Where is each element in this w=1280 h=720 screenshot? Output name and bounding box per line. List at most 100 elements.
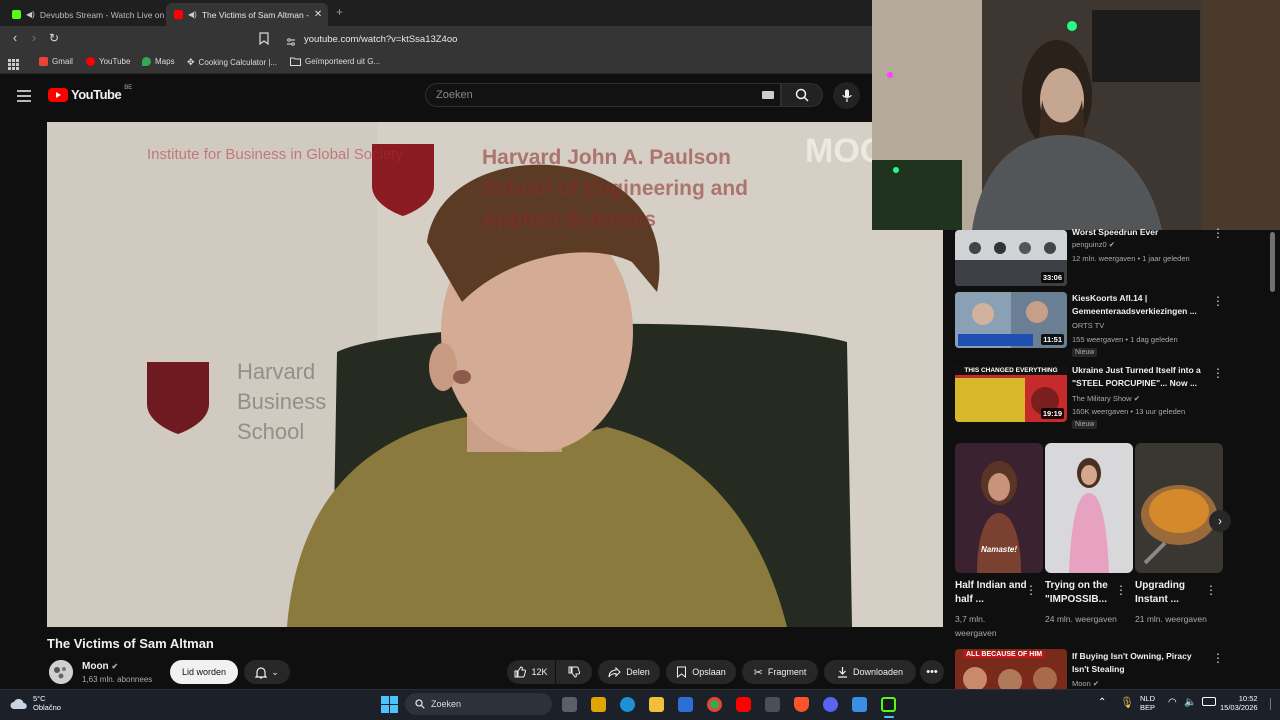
- youtube-logo[interactable]: YouTube BE: [48, 85, 132, 102]
- more-vertical-icon[interactable]: ⋮: [1205, 583, 1217, 597]
- weather-widget[interactable]: 5°C Oblačno: [10, 694, 61, 712]
- battery-icon[interactable]: [1202, 697, 1216, 706]
- verified-icon: ✔: [1108, 240, 1116, 249]
- short-thumbnail[interactable]: [1045, 443, 1133, 573]
- reload-icon[interactable]: ↻: [45, 31, 63, 45]
- sidebar-video-meta: 155 weergaven • 1 dag geleden: [1072, 335, 1178, 344]
- tab-title: The Victims of Sam Altman -: [201, 9, 309, 20]
- voice-search-button[interactable]: [833, 82, 860, 109]
- sidebar-video-thumbnail[interactable]: ALL BECAUSE OF HIM: [955, 649, 1067, 689]
- mail-icon[interactable]: [678, 697, 693, 712]
- keyboard-icon[interactable]: [762, 91, 774, 99]
- sidebar-video-thumbnail[interactable]: THIS CHANGED EVERYTHING 19:19: [955, 366, 1067, 422]
- sidebar-video-title[interactable]: Worst Speedrun Ever: [1072, 226, 1206, 239]
- short-thumbnail[interactable]: Namaste!: [955, 443, 1043, 573]
- notification-bell-button[interactable]: ⌄: [244, 660, 290, 684]
- more-vertical-icon[interactable]: ⋮: [1212, 651, 1224, 665]
- bookmark-page-icon[interactable]: [258, 32, 270, 46]
- save-icon: [677, 666, 687, 678]
- forward-icon[interactable]: ›: [25, 30, 43, 45]
- sidebar-video-title[interactable]: If Buying Isn't Owning, Piracy Isn't Ste…: [1072, 650, 1206, 676]
- bookmarks-bar: [0, 52, 872, 74]
- bookmark-maps[interactable]: Maps: [142, 57, 175, 66]
- file-explorer-icon[interactable]: [649, 697, 664, 712]
- youtube-app-icon[interactable]: [736, 697, 751, 712]
- sidebar-video-title[interactable]: Ukraine Just Turned Itself into a "STEEL…: [1072, 364, 1206, 390]
- language-indicator[interactable]: NLD BEP: [1140, 694, 1155, 712]
- short-views: 3,7 mln. weergaven: [955, 614, 997, 638]
- active-app-indicator: [884, 716, 894, 718]
- save-button[interactable]: Opslaan: [666, 660, 736, 684]
- more-vertical-icon[interactable]: ⋮: [1212, 366, 1224, 380]
- thumbnail-caption: ALL BECAUSE OF HIM: [963, 651, 1046, 658]
- app-icon[interactable]: [852, 697, 867, 712]
- short-views: 21 mln. weergaven: [1135, 614, 1207, 624]
- clip-button[interactable]: ✂ Fragment: [742, 660, 818, 684]
- sidebar-video-thumbnail[interactable]: 11:51: [955, 292, 1067, 348]
- kick-app-icon[interactable]: [881, 697, 896, 712]
- url-text[interactable]: youtube.com/watch?v=ktSsa13Z4oo: [304, 34, 457, 45]
- search-button[interactable]: [781, 83, 823, 107]
- more-vertical-icon[interactable]: ⋮: [1212, 294, 1224, 308]
- short-thumbnail[interactable]: [1135, 443, 1223, 573]
- microphone-tray-icon[interactable]: 🎙: [1120, 696, 1134, 709]
- chrome-icon[interactable]: [707, 697, 722, 712]
- share-button[interactable]: Delen: [598, 660, 660, 684]
- taskbar-search[interactable]: Zoeken: [405, 693, 552, 715]
- clock[interactable]: 10:52 15/03/2026: [1220, 694, 1258, 712]
- chevron-right-icon: ›: [1218, 514, 1222, 528]
- sidebar-scrollbar[interactable]: [1270, 232, 1275, 292]
- download-button[interactable]: Downloaden: [824, 660, 916, 684]
- volume-icon[interactable]: 🔈: [1184, 697, 1196, 708]
- apps-grid-icon[interactable]: [8, 57, 19, 70]
- windows-start-icon[interactable]: [381, 696, 398, 713]
- wifi-icon[interactable]: ◠: [1168, 697, 1177, 708]
- bookmark-cooking-calculator[interactable]: ✥ Cooking Calculator |...: [187, 57, 277, 68]
- new-tab-icon[interactable]: +: [336, 5, 343, 19]
- edge-icon[interactable]: [620, 697, 635, 712]
- hamburger-menu-icon[interactable]: [17, 89, 31, 102]
- sidebar-video-title[interactable]: KiesKoorts Afl.14 | Gemeenteraadsverkiez…: [1072, 292, 1206, 318]
- close-tab-icon[interactable]: ✕: [314, 9, 322, 20]
- sidebar-video-thumbnail[interactable]: 33:06: [955, 230, 1067, 286]
- discord-icon[interactable]: [823, 697, 838, 712]
- short-title[interactable]: Half Indian and half ...: [955, 579, 1027, 607]
- show-desktop-button[interactable]: [1270, 698, 1276, 710]
- sidebar-channel[interactable]: penguinz0 ✔: [1072, 240, 1115, 249]
- bookmark-gmail[interactable]: Gmail: [39, 57, 73, 66]
- site-info-icon[interactable]: [286, 34, 296, 46]
- youtube-favicon-icon: [174, 10, 183, 19]
- tab-youtube-video[interactable]: ◀) The Victims of Sam Altman - ✕: [166, 3, 328, 26]
- bookmark-youtube[interactable]: YouTube: [86, 57, 130, 66]
- cloud-icon: [10, 698, 27, 709]
- calculator-icon[interactable]: [765, 697, 780, 712]
- search-input[interactable]: Zoeken: [425, 83, 781, 107]
- new-badge: Nieuw: [1072, 348, 1098, 357]
- gmail-icon: [39, 57, 48, 66]
- like-button[interactable]: 12K: [507, 660, 555, 684]
- video-player[interactable]: Institute for Business in Global Society…: [47, 122, 943, 627]
- chevron-up-icon[interactable]: ⌃: [1098, 697, 1106, 708]
- more-actions-button[interactable]: •••: [920, 660, 944, 684]
- brave-icon[interactable]: [794, 697, 809, 712]
- channel-avatar[interactable]: [49, 660, 73, 684]
- sidebar-channel[interactable]: ORTS TV: [1072, 321, 1104, 330]
- shorts-next-button[interactable]: ›: [1209, 510, 1231, 532]
- short-title[interactable]: Upgrading Instant ...: [1135, 579, 1207, 607]
- short-title[interactable]: Trying on the "IMPOSSIB...: [1045, 579, 1117, 607]
- dislike-button[interactable]: [556, 660, 592, 684]
- more-vertical-icon[interactable]: ⋮: [1115, 583, 1127, 597]
- short-views: 24 mln. weergaven: [1045, 614, 1117, 624]
- back-icon[interactable]: ‹: [6, 30, 24, 45]
- bookmark-imported-folder[interactable]: Geïmporteerd uit G...: [290, 57, 380, 66]
- webcam-overlay: [872, 0, 1280, 230]
- more-vertical-icon[interactable]: ⋮: [1212, 226, 1224, 240]
- task-view-icon[interactable]: [562, 697, 577, 712]
- store-icon[interactable]: [591, 697, 606, 712]
- sidebar-channel[interactable]: The Military Show ✔: [1072, 394, 1140, 403]
- sidebar-channel[interactable]: Moon ✔: [1072, 679, 1099, 688]
- tab-devubbs[interactable]: ◀) Devubbs Stream - Watch Live on: [4, 3, 164, 26]
- join-button[interactable]: Lid worden: [170, 660, 238, 684]
- more-vertical-icon[interactable]: ⋮: [1025, 583, 1037, 597]
- channel-name[interactable]: Moon ✔: [82, 661, 118, 672]
